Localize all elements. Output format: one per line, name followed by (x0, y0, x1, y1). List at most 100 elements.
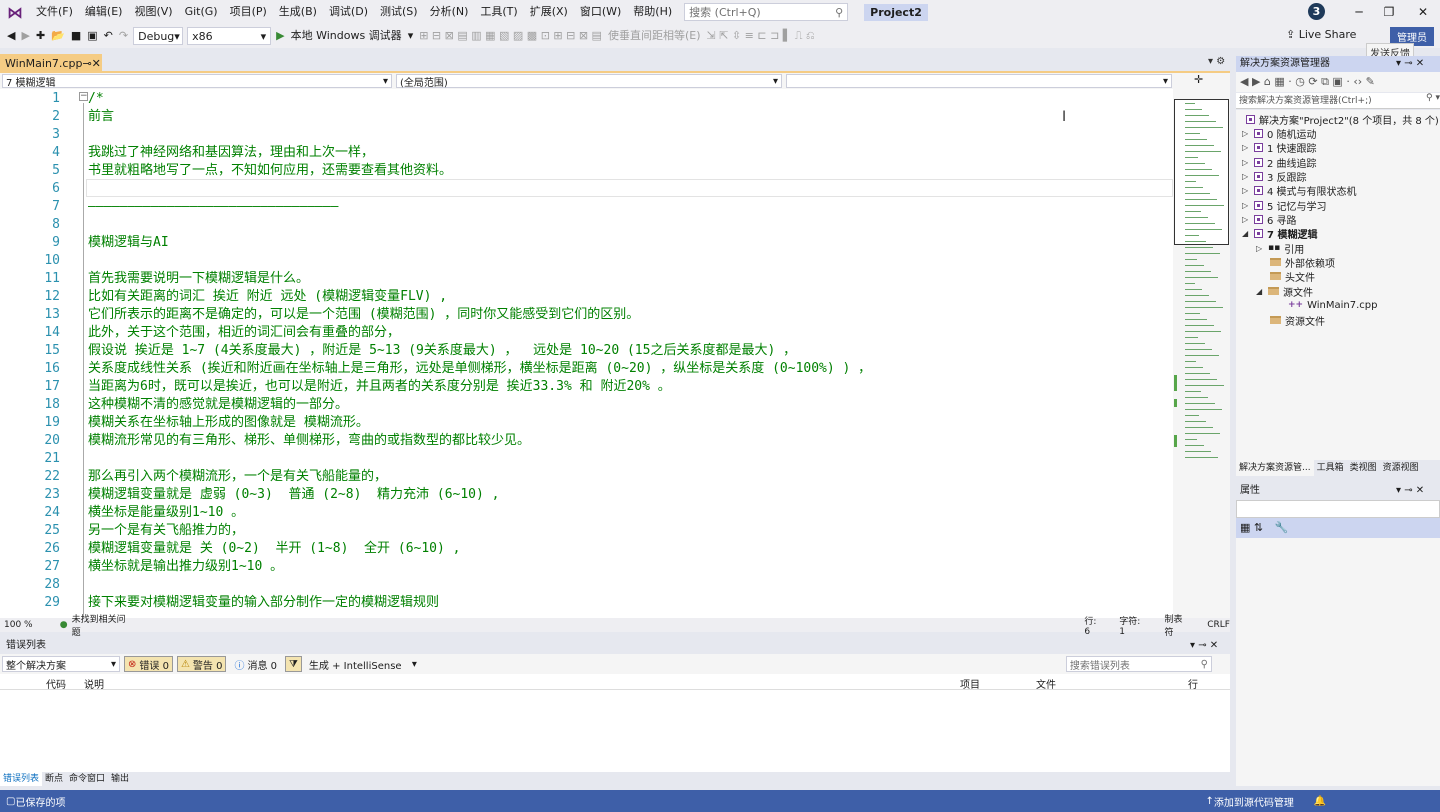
property-pages-icon[interactable]: 🔧 (1275, 521, 1289, 534)
tab-toolbox[interactable]: 工具箱 (1314, 460, 1347, 476)
tab-error-list[interactable]: 错误列表 (0, 772, 43, 786)
open-file-icon[interactable]: 📂 (48, 26, 68, 46)
menu-test[interactable]: 测试(S) (374, 0, 424, 24)
expand-icon[interactable]: ▷ (1242, 129, 1250, 138)
new-project-icon[interactable]: ✚ (33, 26, 48, 46)
collapse-icon[interactable]: ◢ (1242, 229, 1250, 238)
tree-item-project-4[interactable]: ▷ 4 模式与有限状态机 (1242, 183, 1357, 198)
tree-item-source-files[interactable]: ◢ 源文件 (1256, 284, 1313, 299)
menu-git[interactable]: Git(G) (179, 0, 224, 24)
collapse-icon[interactable]: ◢ (1256, 287, 1264, 296)
global-scope-select[interactable]: (全局范围) ▾ (396, 74, 782, 89)
save-icon[interactable]: ■ (68, 26, 84, 46)
tree-item-external-deps[interactable]: 外部依赖项 (1270, 255, 1335, 270)
expand-icon[interactable]: ▷ (1242, 215, 1250, 224)
panel-options-icon[interactable]: ▾ ⊸ ✕ (1396, 483, 1424, 499)
menu-build[interactable]: 生成(B) (273, 0, 323, 24)
forward-icon[interactable]: ▶ (18, 26, 32, 46)
column-description[interactable]: 说明 (84, 676, 104, 691)
close-button[interactable]: ✕ (1410, 3, 1436, 21)
expand-icon[interactable]: ▷ (1242, 172, 1250, 181)
menu-window[interactable]: 窗口(W) (574, 0, 627, 24)
tree-item-project-1[interactable]: ▷ 1 快速跟踪 (1242, 140, 1317, 155)
tab-winmain7-cpp[interactable]: WinMain7.cpp ⊸ ✕ (0, 54, 102, 72)
menu-debug[interactable]: 调试(D) (323, 0, 374, 24)
errors-filter-button[interactable]: ⊗ 错误 0 (124, 656, 173, 672)
close-tab-icon[interactable]: ✕ (92, 57, 101, 70)
member-select[interactable]: ▾ (786, 74, 1172, 88)
equal-spacing-button[interactable]: 使垂直间距相等(E) (605, 26, 704, 46)
pin-icon[interactable]: ⊸ (82, 57, 91, 70)
tab-breakpoints[interactable]: 断点 (42, 772, 66, 786)
zoom-level[interactable]: 100 % (0, 620, 52, 630)
tab-class-view[interactable]: 类视图 (1347, 460, 1380, 476)
tree-item-project-5[interactable]: ▷ 5 记忆与学习 (1242, 198, 1327, 213)
tree-item-header-files[interactable]: 头文件 (1270, 269, 1315, 284)
visual-studio-logo-icon[interactable]: ⋈ (0, 0, 30, 24)
messages-filter-button[interactable]: ⓘ 消息 0 (230, 656, 281, 672)
back-icon[interactable]: ◀ (4, 26, 18, 46)
menu-analyze[interactable]: 分析(N) (424, 0, 475, 24)
split-icon[interactable]: ✛ (1194, 73, 1203, 89)
menu-extensions[interactable]: 扩展(X) (524, 0, 574, 24)
account-avatar[interactable]: 3 (1308, 3, 1325, 20)
minimize-button[interactable]: ─ (1346, 3, 1372, 21)
collapse-toggle-icon[interactable]: − (79, 92, 88, 101)
expand-icon[interactable]: ▷ (1242, 158, 1250, 167)
menu-help[interactable]: 帮助(H) (627, 0, 678, 24)
expand-icon[interactable]: ▷ (1242, 201, 1250, 210)
tab-resource-view[interactable]: 资源视图 (1380, 460, 1422, 476)
scrollbar-minimap[interactable] (1173, 89, 1230, 618)
tab-mode[interactable]: 制表符 (1164, 612, 1189, 638)
tree-item-project-6[interactable]: ▷ 6 寻路 (1242, 212, 1297, 227)
tree-item-project-3[interactable]: ▷ 3 反跟踪 (1242, 169, 1307, 184)
global-search-input[interactable]: 搜索 (Ctrl+Q) ⚲ (684, 3, 849, 21)
redo-icon[interactable]: ↷ (116, 26, 131, 46)
menu-project[interactable]: 项目(P) (224, 0, 273, 24)
add-to-source-control[interactable]: 添加到源代码管理 (1214, 794, 1294, 809)
project-scope-select[interactable]: 7 模糊逻辑 ▾ (2, 74, 392, 89)
play-icon[interactable]: ▶ (273, 26, 287, 46)
dropdown-icon[interactable]: ▾ (405, 26, 417, 46)
maximize-button[interactable]: ❐ (1376, 3, 1402, 21)
tree-item-project-7[interactable]: ◢ 7 模糊逻辑 (1242, 226, 1317, 241)
solution-search-input[interactable]: 搜索解决方案资源管理器(Ctrl+;) ⚲ ▾ (1236, 93, 1440, 109)
categorized-icon[interactable]: ▦ (1240, 521, 1250, 534)
tree-item-references[interactable]: ▷ ▪▪ 引用 (1256, 241, 1304, 256)
line-ending[interactable]: CRLF (1207, 620, 1230, 630)
error-search-input[interactable]: 搜索错误列表 ⚲ (1065, 656, 1212, 672)
column-project[interactable]: 项目 (960, 676, 980, 691)
tab-output[interactable]: 输出 (108, 772, 132, 786)
platform-select[interactable]: x86 ▾ (187, 27, 272, 45)
notifications-icon[interactable]: 🔔 (1314, 796, 1326, 807)
menu-edit[interactable]: 编辑(E) (79, 0, 129, 24)
alphabetical-icon[interactable]: ⇅ (1254, 521, 1263, 534)
panel-options-icon[interactable]: ▾ ⊸ ✕ (1396, 56, 1424, 72)
expand-icon[interactable]: ▷ (1242, 186, 1250, 195)
menu-tools[interactable]: 工具(T) (474, 0, 523, 24)
tree-item-project-0[interactable]: ▷ 0 随机运动 (1242, 126, 1317, 141)
column-line[interactable]: 行 (1188, 676, 1198, 691)
column-code[interactable]: 代码 (46, 676, 66, 691)
expand-icon[interactable]: ▷ (1256, 244, 1264, 253)
filter-icon[interactable]: ⧩ (285, 656, 302, 672)
code-editor[interactable]: 1 2 3 4 5 6 7 8 9 10 11 12 13 14 15 16 17 18 19 20 21 22 23 24 2… (0, 89, 1173, 618)
error-scope-select[interactable]: 整个解决方案 ▾ (2, 656, 120, 672)
column-file[interactable]: 文件 (1036, 676, 1056, 691)
run-debugger-button[interactable]: 本地 Windows 调试器 (288, 26, 405, 46)
live-share-button[interactable]: ⇪ Live Share (1286, 28, 1356, 41)
tree-item-winmain7-cpp[interactable]: ++ WinMain7.cpp (1288, 298, 1377, 312)
solution-node[interactable]: 解决方案"Project2"(8 个项目，共 8 个) (1246, 112, 1439, 127)
expand-icon[interactable]: ▷ (1242, 143, 1250, 152)
undo-icon[interactable]: ↶ (101, 26, 116, 46)
tab-command-window[interactable]: 命令窗口 (66, 772, 108, 786)
properties-object-select[interactable] (1236, 500, 1440, 518)
issues-status[interactable]: 未找到相关问题 (72, 612, 130, 638)
panel-options-icon[interactable]: ▾ ⊸ ✕ (1190, 638, 1218, 654)
menu-view[interactable]: 视图(V) (128, 0, 178, 24)
tab-options-icon[interactable]: ▾ ⚙ (1208, 56, 1225, 67)
warnings-filter-button[interactable]: ⚠ 警告 0 (176, 656, 227, 672)
tree-item-project-2[interactable]: ▷ 2 曲线追踪 (1242, 155, 1317, 170)
save-all-icon[interactable]: ▣ (84, 26, 100, 46)
build-filter-select[interactable]: 生成 + IntelliSense ▾ (306, 656, 420, 672)
